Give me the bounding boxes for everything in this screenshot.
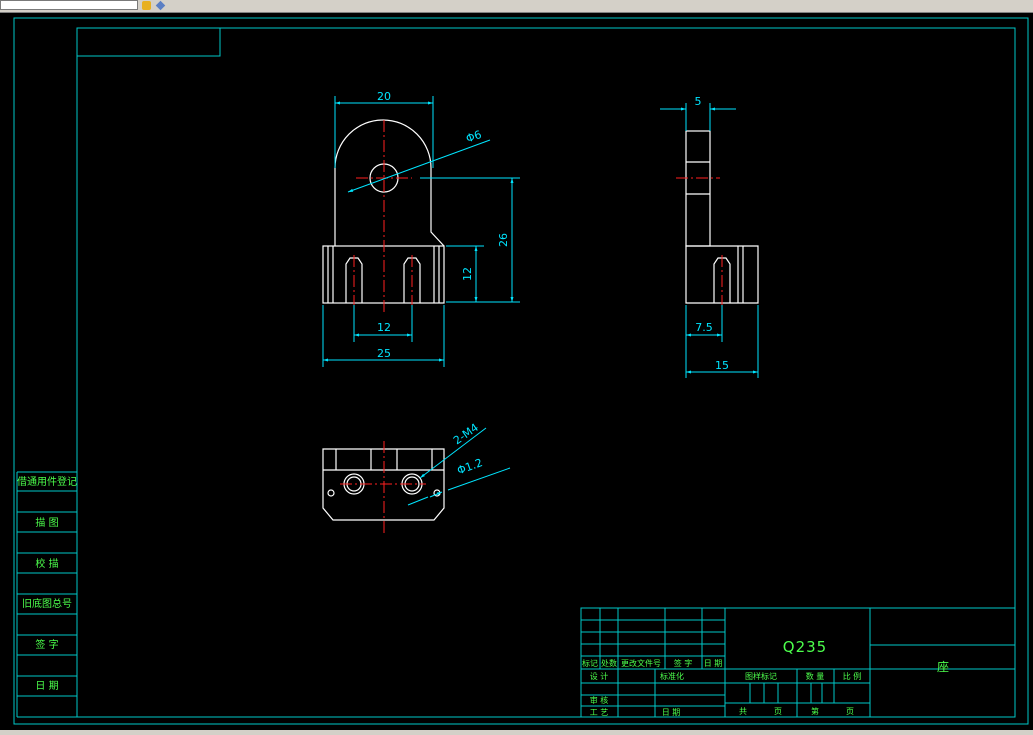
dim-side-width: 15 [715,359,729,372]
dim-height-base: 12 [461,267,474,281]
dim-side-thickness: 5 [695,95,702,108]
rev-header-date: 日 期 [704,659,723,668]
attr-scale: 比 例 [843,671,862,681]
snap-icon[interactable] [142,1,151,10]
view-icon[interactable] [155,0,166,11]
role-standard: 标准化 [660,671,684,681]
sheet-total-label: 共 [739,707,747,716]
drawing-canvas[interactable]: 借通用件登记 描 图 校 描 旧底图总号 签 字 日 期 20 Φ6 26 12… [0,12,1033,730]
top-left-box [76,27,221,57]
strip-label-old-number: 旧底图总号 [22,597,72,610]
dim-width-base: 25 [377,347,391,360]
dim-slot-spacing: 12 [377,321,391,334]
material-label: Q235 [783,638,827,656]
status-strip [0,730,1033,735]
sheet-border [13,17,1029,725]
attr-quantity: 数 量 [806,671,825,681]
dim-small-hole: Φ1.2 [455,456,484,477]
rev-header-count: 处数 [601,658,617,668]
rev-header-sign: 签 字 [674,658,693,668]
sheet-page-label: 页 [774,707,782,716]
role-review: 审 核 [590,695,609,705]
strip-label-check: 校 描 [35,557,58,570]
attr-drawing-mark: 图样标记 [745,671,777,681]
dim-side-half: 7.5 [695,321,713,334]
strip-label-date: 日 期 [35,680,58,692]
role-design: 设 计 [590,671,609,681]
dim-width-top: 20 [377,90,391,103]
strip-label-signature: 签 字 [35,638,58,651]
top-view[interactable]: 2-M4 Φ1.2 [322,421,511,534]
rev-header-mark: 标记 [582,658,598,668]
dim-height-total: 26 [497,233,510,247]
role-process: 工 艺 [590,708,609,717]
part-name: 座 [937,659,949,674]
strip-label-register: 借通用件登记 [17,475,77,488]
command-field[interactable] [0,0,138,10]
front-view[interactable]: 20 Φ6 26 12 12 25 [322,90,520,367]
sheet-page-label-2: 页 [846,707,854,716]
strip-label-trace: 描 图 [35,516,58,529]
side-view[interactable]: 5 7.5 15 [660,95,759,378]
rev-header-doc: 更改文件号 [621,658,661,668]
dim-hole-diameter: Φ6 [464,128,483,146]
drawing-frame [76,27,1016,718]
sheet-number-label: 第 [811,706,819,716]
role-date: 日 期 [662,708,681,717]
